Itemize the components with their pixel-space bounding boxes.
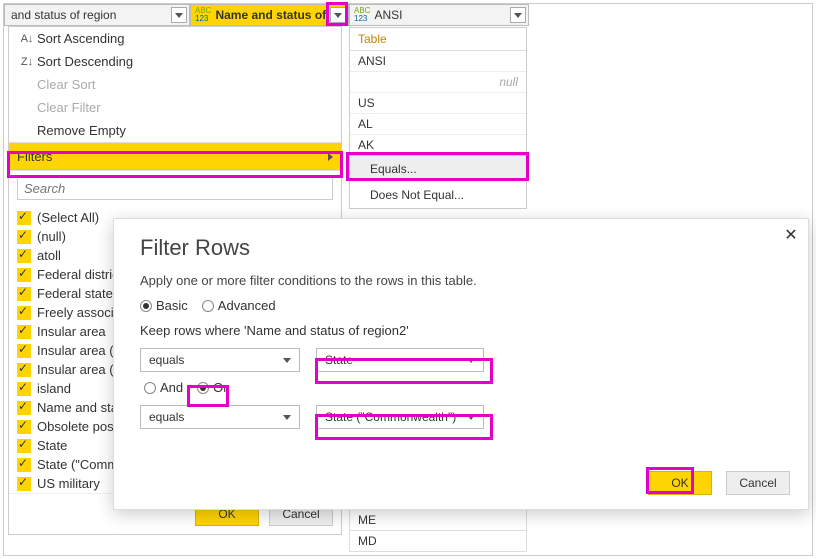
not-equals-option[interactable]: Does Not Equal...	[350, 182, 526, 208]
dialog-title: Filter Rows	[140, 235, 782, 261]
dialog-ok-button[interactable]: OK	[648, 471, 712, 495]
filters-submenu[interactable]: Filters	[9, 142, 341, 171]
col-header-region1[interactable]: and status of region	[4, 4, 190, 26]
checkbox-icon	[17, 249, 31, 263]
clear-filter: Clear Filter	[9, 96, 341, 119]
checkbox-label: (Select All)	[37, 210, 99, 225]
condition-row-2: equals State ("Commonwealth")	[140, 405, 782, 429]
sort-ascending[interactable]: A↓Sort Ascending	[9, 27, 341, 50]
sort-asc-icon: A↓	[17, 33, 37, 45]
checkbox-icon	[17, 458, 31, 472]
value-select-2[interactable]: State ("Commonwealth")	[316, 405, 484, 429]
checkbox-icon	[17, 420, 31, 434]
checkbox-icon	[17, 230, 31, 244]
checkbox-label: Insular area (t	[37, 362, 117, 377]
filters-submenu-panel: Equals... Does Not Equal...	[349, 155, 527, 209]
preview-item[interactable]: MD	[349, 531, 527, 552]
operator-select-1[interactable]: equals	[140, 348, 300, 372]
and-or-radios: And Or	[144, 380, 782, 395]
and-radio[interactable]: And	[144, 380, 183, 395]
operator-select-2[interactable]: equals	[140, 405, 300, 429]
value-select-1[interactable]: State	[316, 348, 484, 372]
checkbox-label: Federal district	[37, 267, 122, 282]
type-icon: ABC123	[354, 7, 370, 23]
dialog-buttons: OK Cancel	[648, 471, 790, 495]
checkbox-icon	[17, 268, 31, 282]
search-row	[9, 171, 341, 206]
dropdown-icon[interactable]	[171, 7, 187, 23]
checkbox-icon	[17, 306, 31, 320]
checkbox-label: atoll	[37, 248, 61, 263]
preview-item[interactable]: AL	[350, 114, 526, 135]
column-preview-extra: MEMD	[349, 510, 527, 552]
checkbox-icon	[17, 401, 31, 415]
sort-desc-icon: Z↓	[17, 56, 37, 68]
chevron-down-icon	[283, 415, 291, 420]
column-headers: and status of region ABC123 Name and sta…	[4, 4, 812, 26]
checkbox-label: Federal state	[37, 286, 113, 301]
checkbox-icon	[17, 344, 31, 358]
dialog-description: Apply one or more filter conditions to t…	[140, 273, 782, 288]
chevron-down-icon	[467, 415, 475, 420]
checkbox-icon	[17, 363, 31, 377]
preview-item[interactable]: ANSI	[350, 51, 526, 72]
or-radio[interactable]: Or	[197, 380, 227, 395]
checkbox-label: State	[37, 438, 67, 453]
checkbox-icon	[17, 439, 31, 453]
checkbox-label: Insular area	[37, 324, 106, 339]
dialog-cancel-button[interactable]: Cancel	[726, 471, 790, 495]
preview-item[interactable]: null	[350, 72, 526, 93]
preview-header: Table	[350, 28, 526, 51]
condition-row-1: equals State	[140, 348, 782, 372]
preview-item[interactable]: ME	[349, 510, 527, 531]
checkbox-icon	[17, 325, 31, 339]
clear-sort: Clear Sort	[9, 73, 341, 96]
checkbox-label: Insular area (e	[37, 343, 121, 358]
checkbox-icon	[17, 287, 31, 301]
equals-option[interactable]: Equals...	[350, 156, 526, 182]
chevron-down-icon	[283, 358, 291, 363]
type-icon: ABC123	[195, 7, 211, 23]
checkbox-label: US military	[37, 476, 100, 491]
preview-item[interactable]: US	[350, 93, 526, 114]
sort-descending[interactable]: Z↓Sort Descending	[9, 50, 341, 73]
keep-rows-label: Keep rows where 'Name and status of regi…	[140, 323, 782, 338]
dropdown-icon[interactable]	[510, 7, 526, 23]
close-icon[interactable]: ✕	[780, 225, 802, 247]
dropdown-icon[interactable]	[330, 7, 346, 23]
column-preview: Table ANSInullUSALAK	[349, 27, 527, 157]
checkbox-label: island	[37, 381, 71, 396]
chevron-down-icon	[467, 358, 475, 363]
checkbox-label: (null)	[37, 229, 66, 244]
remove-empty[interactable]: Remove Empty	[9, 119, 341, 142]
advanced-radio[interactable]: Advanced	[202, 298, 276, 313]
col-header-region2[interactable]: ABC123 Name and status of region2	[190, 4, 349, 26]
search-input[interactable]	[17, 177, 333, 200]
preview-item[interactable]: AK	[350, 135, 526, 156]
checkbox-icon	[17, 211, 31, 225]
checkbox-icon	[17, 477, 31, 491]
mode-radios: Basic Advanced	[140, 298, 782, 313]
checkbox-icon	[17, 382, 31, 396]
chevron-right-icon	[328, 153, 333, 161]
filter-rows-dialog: ✕ Filter Rows Apply one or more filter c…	[113, 218, 809, 510]
col-header-ansi[interactable]: ABC123 ANSI	[349, 4, 529, 26]
basic-radio[interactable]: Basic	[140, 298, 188, 313]
